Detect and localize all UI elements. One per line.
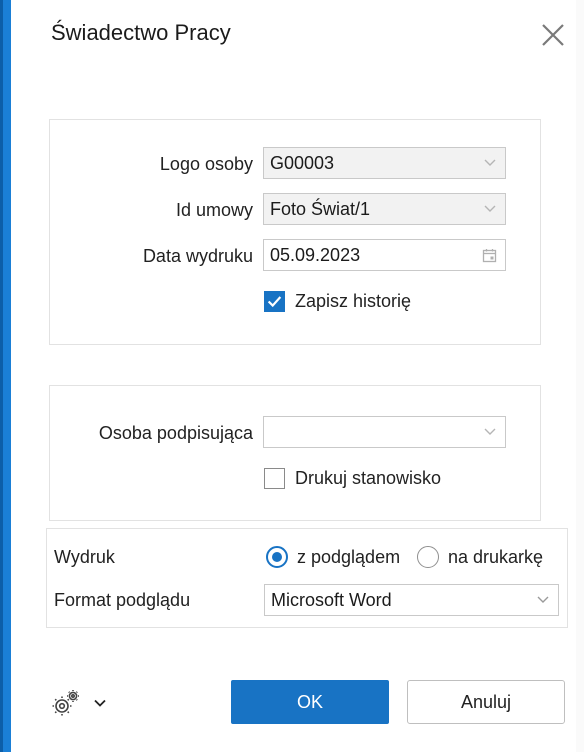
zapisz-historie-label[interactable]: Zapisz historię [295,291,411,312]
certificate-dialog: Świadectwo Pracy Logo osoby G00003 Id um… [11,0,584,752]
id-umowy-value: Foto Świat/1 [270,199,371,219]
data-wydruku-label: Data wydruku [142,246,253,266]
zapisz-historie-checkbox[interactable] [264,291,285,312]
chevron-down-icon [484,205,496,212]
logo-osoby-select[interactable]: G00003 [263,147,506,179]
radio-na-drukarke-label[interactable]: na drukarkę [448,547,543,568]
data-wydruku-value: 05.09.2023 [270,245,361,265]
radio-z-podgladem[interactable] [266,546,288,568]
format-podgladu-select[interactable]: Microsoft Word [264,584,559,616]
window-edge [0,0,11,752]
window-edge-right [576,0,584,752]
signer-panel: Osoba podpisująca Drukuj stanowisko [49,385,541,521]
logo-osoby-label: Logo osoby [159,154,253,174]
chevron-down-icon [484,428,496,435]
format-podgladu-value: Microsoft Word [271,590,392,610]
format-podgladu-label: Format podglądu [54,590,191,610]
print-options-panel: Wydruk z podglądem na drukarkę Format po… [46,528,568,628]
id-umowy-label: Id umowy [175,200,253,220]
dialog-title: Świadectwo Pracy [51,20,231,45]
radio-na-drukarke[interactable] [417,546,439,568]
checkmark-icon [267,296,282,308]
data-wydruku-input[interactable]: 05.09.2023 [263,239,506,271]
calendar-icon[interactable] [482,248,497,263]
chevron-down-icon[interactable] [93,696,107,710]
gear-icon[interactable] [51,688,81,718]
wydruk-label: Wydruk [54,547,115,567]
logo-osoby-value: G00003 [270,153,335,173]
ok-button[interactable]: OK [231,680,389,724]
id-umowy-select[interactable]: Foto Świat/1 [263,193,506,225]
drukuj-stanowisko-label[interactable]: Drukuj stanowisko [295,468,441,489]
chevron-down-icon [484,159,496,166]
cancel-button[interactable]: Anuluj [407,680,565,724]
chevron-down-icon [537,596,549,603]
drukuj-stanowisko-checkbox[interactable] [264,468,285,489]
osoba-podpisujaca-select[interactable] [263,416,506,448]
main-settings-panel: Logo osoby G00003 Id umowy Foto Świat/1 … [49,119,541,345]
osoba-podpisujaca-label: Osoba podpisująca [98,423,253,443]
close-icon[interactable] [538,20,568,50]
radio-z-podgladem-label[interactable]: z podglądem [297,547,400,568]
